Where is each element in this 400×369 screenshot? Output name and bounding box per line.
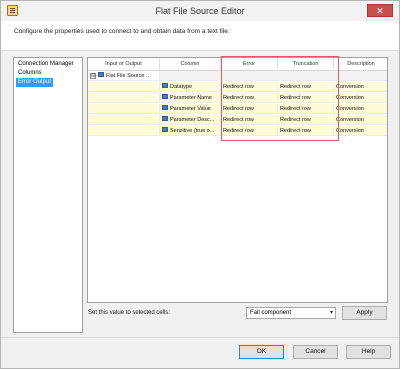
error-cell[interactable]: Redirect row (221, 115, 278, 125)
group-empty-cell (160, 71, 387, 81)
table-row-group[interactable]: Flat File Source ... ⊟ (88, 71, 387, 81)
column-cell: Parameter Desc... (160, 115, 221, 125)
set-value-selected: Fail component (250, 310, 292, 316)
table-row[interactable]: Parameter Name Redirect row Redirect row… (88, 93, 387, 103)
page-description: Configure the properties used to connect… (14, 28, 230, 35)
column-header-description[interactable]: Description (334, 58, 387, 71)
column-header-truncation[interactable]: Truncation (278, 58, 334, 71)
io-cell (88, 82, 160, 92)
truncation-cell[interactable]: Redirect row (278, 93, 334, 103)
truncation-cell[interactable]: Redirect row (278, 126, 334, 136)
table-row[interactable]: Datatype Redirect row Redirect row Conve… (88, 82, 387, 92)
description-cell: Conversion (334, 126, 387, 136)
footer-divider (1, 337, 399, 338)
column-icon (98, 72, 104, 78)
description-cell: Conversion (334, 104, 387, 114)
column-cell: Parameter Name (160, 93, 221, 103)
column-icon (162, 127, 168, 133)
title-bar: Flat File Source Editor ✕ (1, 1, 399, 21)
group-cell: Flat File Source ... (88, 71, 160, 81)
sidebar-item-columns[interactable]: Columns (16, 69, 44, 78)
ok-button[interactable]: OK (239, 345, 284, 359)
cancel-button[interactable]: Cancel (293, 345, 338, 359)
truncation-cell[interactable]: Redirect row (278, 82, 334, 92)
description-cell: Conversion (334, 93, 387, 103)
grid-header: Input or Output Column Error Truncation … (88, 58, 387, 71)
io-cell (88, 104, 160, 114)
column-header-error[interactable]: Error (221, 58, 278, 71)
column-icon (162, 83, 168, 89)
help-button[interactable]: Help (346, 345, 391, 359)
error-cell[interactable]: Redirect row (221, 104, 278, 114)
sidebar-item-connection-manager[interactable]: Connection Manager (16, 60, 76, 69)
chevron-down-icon: ▾ (329, 310, 333, 316)
error-cell[interactable]: Redirect row (221, 93, 278, 103)
column-header-input-output[interactable]: Input or Output (88, 58, 160, 71)
truncation-cell[interactable]: Redirect row (278, 115, 334, 125)
window-title: Flat File Source Editor (155, 6, 245, 16)
column-cell: Sensitive (true o... (160, 126, 221, 136)
error-cell[interactable]: Redirect row (221, 126, 278, 136)
set-value-dropdown[interactable]: Fail component ▾ (246, 307, 336, 319)
column-header-column[interactable]: Column (160, 58, 221, 71)
table-row[interactable]: Parameter Desc... Redirect row Redirect … (88, 115, 387, 125)
io-cell (88, 115, 160, 125)
dialog-window: Flat File Source Editor ✕ Configure the … (0, 0, 400, 369)
column-icon (162, 94, 168, 100)
description-cell: Conversion (334, 82, 387, 92)
error-cell[interactable]: Redirect row (221, 82, 278, 92)
column-icon (162, 105, 168, 111)
header-area: Configure the properties used to connect… (1, 21, 399, 51)
error-output-grid: Input or Output Column Error Truncation … (87, 57, 388, 303)
column-icon (162, 116, 168, 122)
apply-button[interactable]: Apply (342, 306, 387, 320)
io-cell (88, 126, 160, 136)
truncation-cell[interactable]: Redirect row (278, 104, 334, 114)
sidebar-nav: Connection Manager Columns Error Output (13, 57, 83, 333)
column-cell: Parameter Value (160, 104, 221, 114)
column-cell: Datatype (160, 82, 221, 92)
sidebar-item-error-output[interactable]: Error Output (16, 78, 54, 87)
table-row[interactable]: Parameter Value Redirect row Redirect ro… (88, 104, 387, 114)
description-cell: Conversion (334, 115, 387, 125)
close-button[interactable]: ✕ (367, 4, 393, 17)
table-row[interactable]: Sensitive (true o... Redirect row Redire… (88, 126, 387, 136)
set-value-label: Set this value to selected cells: (88, 310, 171, 316)
collapse-toggle-icon[interactable]: ⊟ (90, 73, 96, 79)
io-cell (88, 93, 160, 103)
group-label: Flat File Source ... (106, 73, 151, 79)
